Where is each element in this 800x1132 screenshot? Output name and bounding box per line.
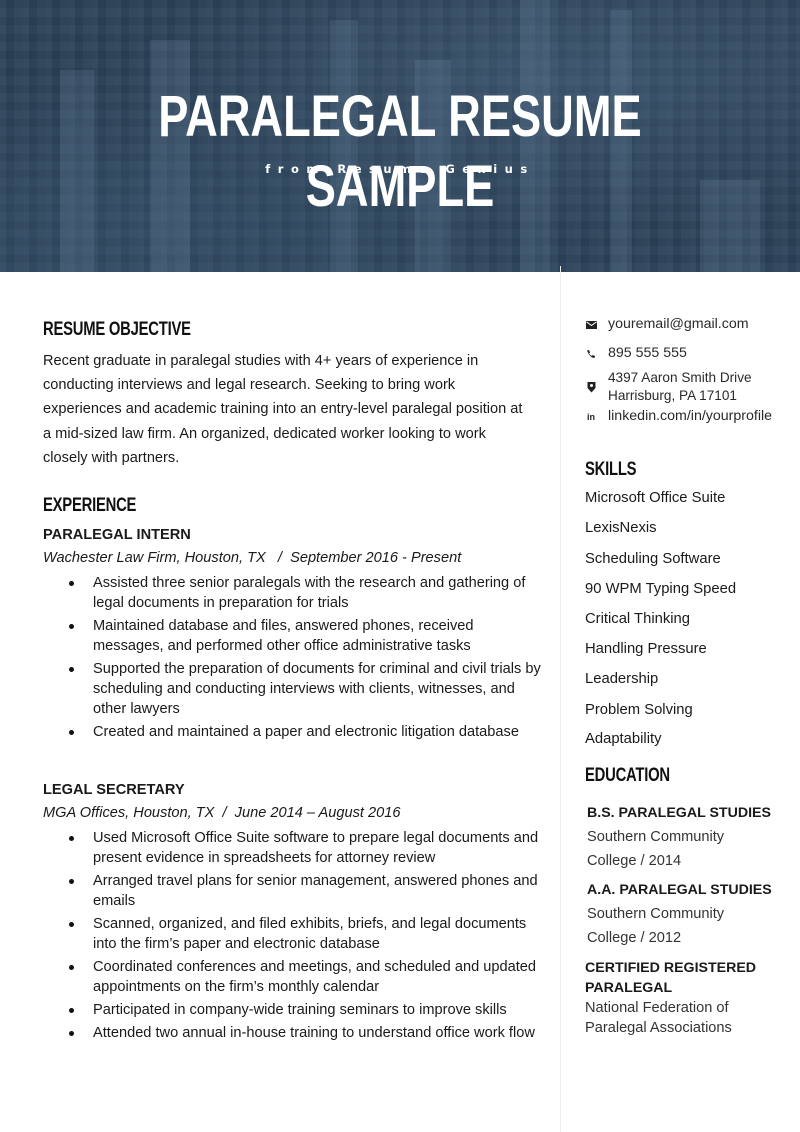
job-bullet: Coordinated conferences and meetings, an… [69,957,543,997]
address-text: 4397 Aaron Smith Drive Harrisburg, PA 17… [608,369,752,405]
education-heading: EDUCATION [585,765,670,786]
linkedin-text[interactable]: linkedin.com/in/yourprofile [608,408,772,424]
envelope-icon [585,316,597,334]
job-bullet: Maintained database and files, answered … [69,616,543,656]
skill-item: Scheduling Software [585,551,721,567]
skills-heading: SKILLS [585,459,637,480]
job-title: PARALEGAL INTERN [43,527,191,543]
page-title: PARALEGAL RESUME SAMPLE [158,84,642,219]
contact-address: 4397 Aaron Smith Drive Harrisburg, PA 17… [585,369,752,405]
address-line2: Harrisburg, PA 17101 [608,388,737,403]
map-pin-icon [585,369,597,405]
experience-heading: EXPERIENCE [43,495,137,516]
job-meta: MGA Offices, Houston, TX / June 2014 – A… [43,805,401,821]
phone-icon [585,345,597,363]
skill-item: Critical Thinking [585,611,690,627]
contact-email: youremail@gmail.com [585,316,749,334]
address-line1: 4397 Aaron Smith Drive [608,370,752,385]
skill-item: Adaptability [585,731,662,747]
skill-item: Microsoft Office Suite [585,490,726,506]
objective-heading: RESUME OBJECTIVE [43,319,191,340]
contact-linkedin: in linkedin.com/in/yourprofile [585,408,772,426]
skill-item: Handling Pressure [585,641,707,657]
skill-item: Problem Solving [585,702,693,718]
job-bullet: Scanned, organized, and filed exhibits, … [69,914,543,954]
education-school: Southern Community College / 2014 [587,829,725,869]
job-bullets: Assisted three senior paralegals with th… [43,573,543,745]
certification-title: CERTIFIED REGISTERED PARALEGAL [585,960,757,996]
job-bullet: Assisted three senior paralegals with th… [69,573,543,613]
job-bullets: Used Microsoft Office Suite software to … [43,828,543,1046]
job-bullet: Participated in company-wide training se… [69,1000,543,1020]
job-bullet: Arranged travel plans for senior managem… [69,871,543,911]
page-subtitle: from Resume Genius [265,162,535,176]
job-bullet: Created and maintained a paper and elect… [69,722,543,742]
skill-item: 90 WPM Typing Speed [585,581,737,597]
education-degree: A.A. PARALEGAL STUDIES [587,882,772,898]
phone-text[interactable]: 895 555 555 [608,345,687,361]
objective-text: Recent graduate in paralegal studies wit… [43,353,523,466]
skill-item: Leadership [585,671,659,687]
header-banner: PARALEGAL RESUME SAMPLE from Resume Geni… [0,0,800,272]
education-degree: B.S. PARALEGAL STUDIES [587,805,771,821]
job-title: LEGAL SECRETARY [43,782,185,798]
job-bullet: Attended two annual in-house training to… [69,1023,543,1043]
skill-item: LexisNexis [585,520,657,536]
job-bullet: Supported the preparation of documents f… [69,659,543,719]
job-meta: Wachester Law Firm, Houston, TX / Septem… [43,550,462,566]
column-divider [560,266,561,1132]
linkedin-icon: in [587,412,595,422]
job-bullet: Used Microsoft Office Suite software to … [69,828,543,868]
education-school: Southern Community College / 2012 [587,906,725,946]
certification-org: National Federation of Paralegal Associa… [585,1000,732,1036]
contact-phone: 895 555 555 [585,345,687,363]
email-text[interactable]: youremail@gmail.com [608,316,749,332]
